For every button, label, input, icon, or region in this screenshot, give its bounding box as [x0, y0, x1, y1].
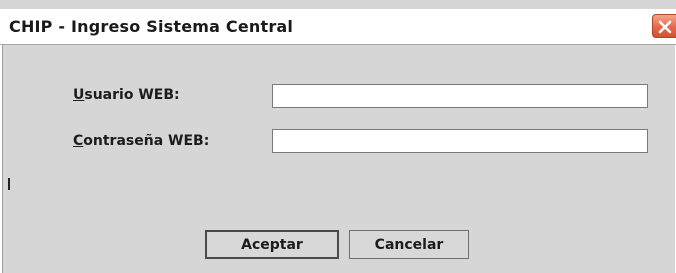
- title-bar[interactable]: CHIP - Ingreso Sistema Central: [0, 9, 676, 45]
- accept-button[interactable]: Aceptar: [205, 230, 339, 259]
- password-label: Contraseña WEB:: [73, 133, 209, 149]
- window-left-border: [0, 45, 3, 273]
- password-label-mnemonic: C: [73, 133, 84, 149]
- username-input[interactable]: [272, 84, 648, 108]
- login-dialog: CHIP - Ingreso Sistema Central Usuario W…: [0, 0, 676, 273]
- password-input[interactable]: [272, 129, 648, 153]
- close-icon: [658, 20, 672, 34]
- username-label: Usuario WEB:: [73, 87, 180, 103]
- close-button[interactable]: [652, 14, 676, 38]
- window-edge-mark: [8, 178, 10, 190]
- window-title: CHIP - Ingreso Sistema Central: [9, 17, 294, 36]
- cancel-button[interactable]: Cancelar: [349, 230, 469, 259]
- username-label-mnemonic: U: [73, 87, 85, 103]
- username-label-text: suario WEB:: [84, 87, 180, 103]
- password-label-text: ontraseña WEB:: [83, 133, 210, 149]
